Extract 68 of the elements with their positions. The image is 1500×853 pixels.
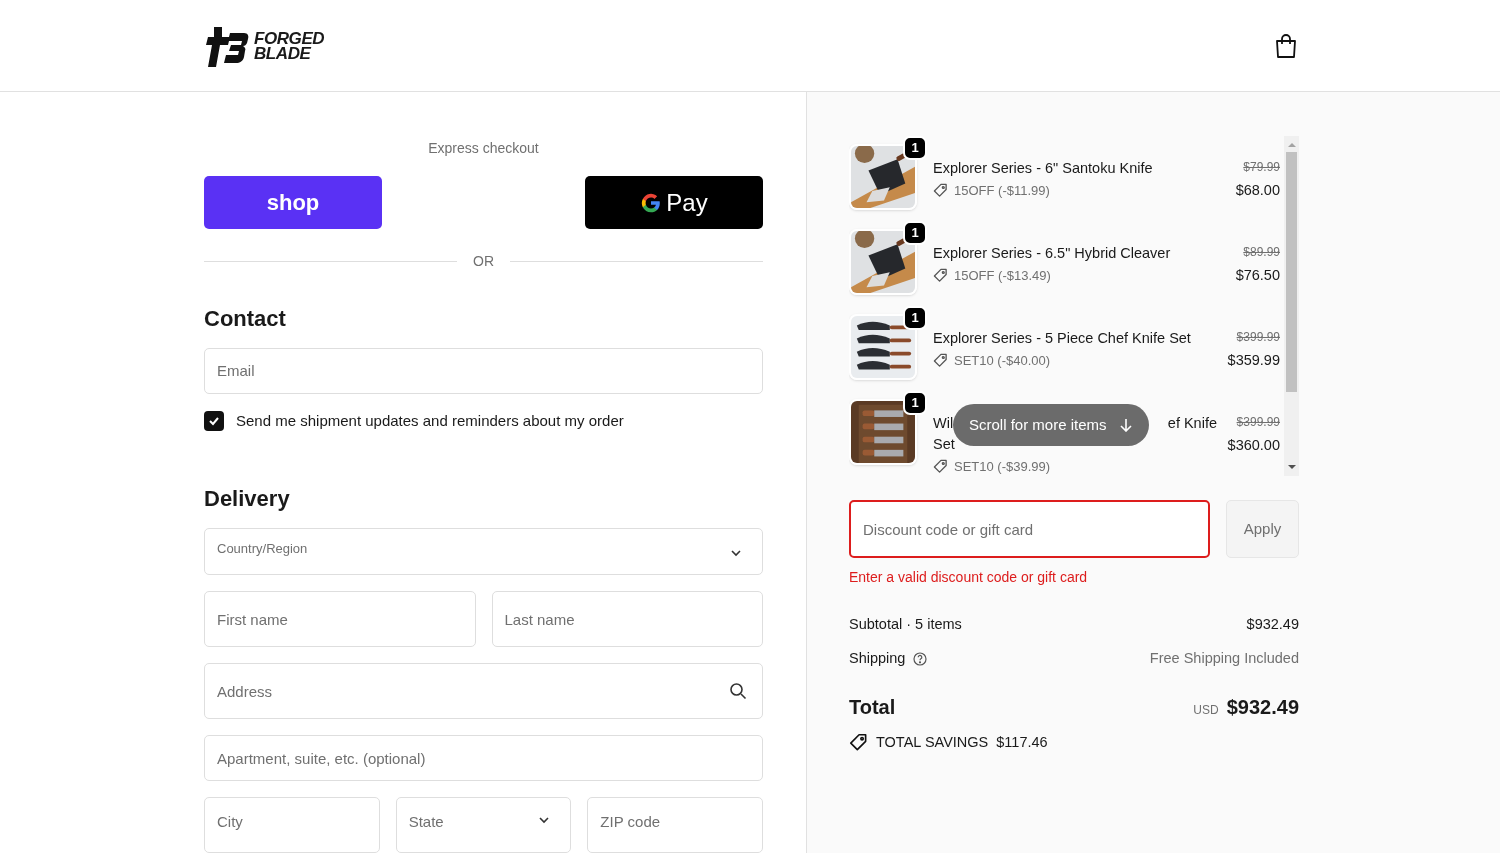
last-name-field[interactable]: Last name: [491, 591, 763, 648]
scrollbar[interactable]: [1284, 136, 1299, 476]
savings-value: $117.46: [996, 732, 1048, 752]
product-name: ef Knife: [1167, 414, 1217, 433]
google-pay-button[interactable]: Pay: [585, 176, 763, 229]
scroll-up-icon: [1287, 141, 1296, 149]
address-field[interactable]: Address: [204, 663, 763, 720]
price-text: $76.50: [1235, 266, 1280, 285]
original-price: $399.99: [1236, 329, 1280, 346]
product-name: Explorer Series - 6" Santoku Knife: [933, 159, 1153, 178]
total-label: Total: [849, 694, 896, 720]
error-message: Enter a valid discount code or gift card: [849, 568, 1089, 587]
city-field[interactable]: City: [204, 797, 380, 853]
updates-label: Send me shipment updates and reminders about my order: [236, 410, 624, 431]
discount-code-field[interactable]: Discount code or gift card: [849, 500, 1210, 558]
shopping-bag-icon[interactable]: [1274, 32, 1298, 59]
discount-code-text: SET10 (-$39.99): [954, 458, 1051, 476]
product-name: Wil: [933, 414, 954, 433]
tag-icon: [933, 183, 948, 199]
discount-code-text: 15OFF (-$11.99): [954, 182, 1050, 200]
google-g-icon: [640, 191, 663, 214]
brand-logo[interactable]: FORGED BLADE: [204, 22, 325, 69]
shipping-label: Shipping: [849, 648, 906, 668]
arrow-down-icon: [1118, 418, 1133, 432]
subtotal-label: Subtotal · 5 items: [849, 615, 962, 634]
shipping-value: Free Shipping Included: [1149, 648, 1299, 668]
state-select[interactable]: State: [395, 797, 572, 853]
contact-heading: Contact: [204, 305, 287, 333]
product-name: Set: [933, 435, 955, 454]
quantity-badge: 1: [903, 306, 927, 330]
discount-code-text: SET10 (-$40.00): [954, 352, 1051, 370]
price-text: $68.00: [1235, 181, 1280, 200]
product-name: Explorer Series - 6.5" Hybrid Cleaver: [933, 244, 1171, 263]
brand-name-text: FORGED: [254, 30, 325, 46]
total-value: $932.49: [1226, 694, 1299, 720]
tag-icon: [849, 732, 868, 752]
original-price: $89.99: [1243, 244, 1280, 261]
chevron-down-icon: [538, 814, 551, 826]
email-field[interactable]: Email: [204, 348, 763, 394]
original-price: $79.99: [1243, 159, 1280, 176]
price-text: $360.00: [1227, 436, 1280, 455]
apartment-field[interactable]: Apartment, suite, etc. (optional): [204, 735, 763, 781]
quantity-badge: 1: [903, 221, 927, 245]
scroll-hint-button[interactable]: Scroll for more items: [953, 404, 1149, 446]
or-divider-text: OR: [473, 252, 494, 271]
currency-text: USD: [1193, 701, 1219, 719]
express-checkout-title: Express checkout: [427, 139, 540, 158]
country-select[interactable]: Country/Region: [204, 528, 763, 576]
price-text: $359.99: [1227, 351, 1280, 370]
search-icon: [729, 682, 747, 701]
help-icon[interactable]: [913, 651, 928, 666]
discount-code-text: 15OFF (-$13.49): [954, 267, 1051, 285]
tag-icon: [933, 353, 948, 369]
product-name: Explorer Series - 5 Piece Chef Knife Set: [933, 329, 1191, 348]
scroll-down-icon: [1287, 463, 1296, 471]
delivery-heading: Delivery: [204, 485, 291, 513]
shop-pay-button[interactable]: shop: [204, 176, 382, 229]
tag-icon: [933, 459, 948, 475]
quantity-badge: 1: [903, 391, 927, 415]
first-name-field[interactable]: First name: [204, 591, 476, 648]
tag-icon: [933, 268, 948, 284]
zip-field[interactable]: ZIP code: [587, 797, 763, 853]
savings-label: TOTAL SAVINGS: [876, 732, 989, 752]
quantity-badge: 1: [903, 136, 927, 160]
brand-name-text: BLADE: [254, 45, 312, 61]
original-price: $399.99: [1236, 414, 1280, 431]
subtotal-value: $932.49: [1246, 615, 1299, 634]
checkbox[interactable]: [204, 410, 224, 431]
